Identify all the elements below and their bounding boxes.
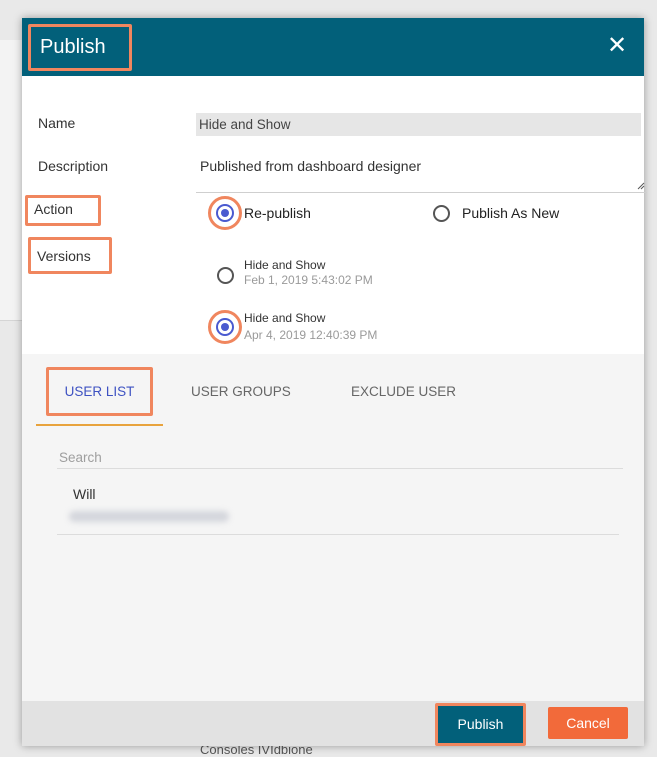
background-strip: [0, 60, 22, 161]
description-text: Published from dashboard designer: [200, 158, 422, 174]
tab-user-groups[interactable]: USER GROUPS: [191, 384, 291, 399]
user-email-redacted: [69, 511, 229, 522]
version-2-name: Hide and Show: [244, 311, 326, 325]
close-icon[interactable]: ✕: [604, 32, 630, 60]
search-input[interactable]: [57, 446, 623, 469]
versions-label: Versions: [28, 237, 112, 274]
republish-radio[interactable]: [216, 204, 234, 222]
publish-as-new-label[interactable]: Publish As New: [462, 205, 559, 221]
republish-label[interactable]: Re-publish: [244, 205, 311, 221]
description-field[interactable]: Published from dashboard designer: [196, 156, 647, 193]
background-strip: [0, 160, 22, 321]
action-label: Action: [25, 195, 101, 226]
user-name: Will: [73, 486, 96, 502]
version-1-name: Hide and Show: [244, 258, 326, 272]
description-label: Description: [38, 158, 109, 174]
tab-exclude-user[interactable]: EXCLUDE USER: [351, 384, 456, 399]
background-strip: [0, 40, 22, 61]
dialog-title: Publish: [28, 24, 132, 71]
name-field[interactable]: Hide and Show: [196, 113, 641, 136]
publish-as-new-radio[interactable]: [433, 205, 450, 222]
cancel-button[interactable]: Cancel: [548, 707, 628, 739]
tab-user-list[interactable]: USER LIST: [46, 367, 153, 416]
publish-button[interactable]: Publish: [435, 703, 526, 746]
version-2-radio[interactable]: [216, 318, 234, 336]
publish-dialog: Publish ✕ Name Hide and Show Description…: [22, 18, 647, 746]
active-tab-indicator: [36, 424, 163, 426]
name-label: Name: [38, 115, 76, 131]
user-row[interactable]: Will: [57, 478, 619, 535]
version-1-radio[interactable]: [217, 267, 234, 284]
resize-handle-icon[interactable]: [637, 182, 645, 190]
dialog-header: Publish ✕: [22, 18, 644, 76]
version-1-date: Feb 1, 2019 5:43:02 PM: [244, 273, 373, 287]
version-2-date: Apr 4, 2019 12:40:39 PM: [244, 328, 378, 342]
